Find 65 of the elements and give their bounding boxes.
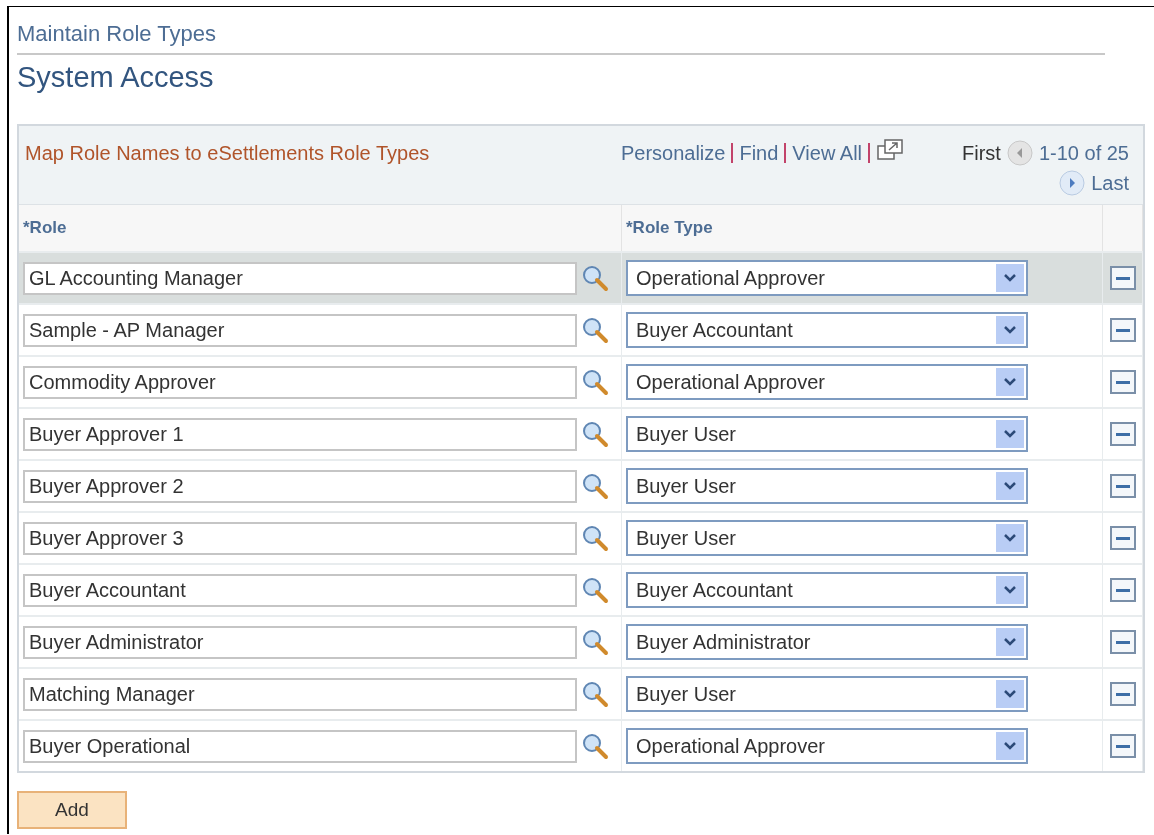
role-type-dropdown[interactable]: Buyer User xyxy=(626,676,1028,712)
role-type-dropdown[interactable]: Operational Approver xyxy=(626,728,1028,764)
role-field[interactable]: Buyer Approver 3 xyxy=(23,521,577,555)
chevron-down-icon[interactable] xyxy=(1003,585,1017,595)
column-header: *Role xyxy=(19,205,622,252)
delete-row-button[interactable] xyxy=(1109,422,1136,446)
role-type-dropdown[interactable]: Buyer Administrator xyxy=(626,624,1028,660)
delete-row-button[interactable] xyxy=(1109,578,1136,602)
role-field[interactable]: Matching Manager xyxy=(23,677,577,711)
chevron-down-icon[interactable] xyxy=(1003,637,1017,647)
row-range: 1-10 of 25 xyxy=(1038,141,1129,166)
search-icon[interactable] xyxy=(581,524,609,552)
search-icon[interactable] xyxy=(581,732,609,760)
new-window-icon[interactable] xyxy=(876,138,905,162)
chevron-down-icon[interactable] xyxy=(1003,533,1017,543)
role-field[interactable]: Buyer Administrator xyxy=(23,625,577,659)
delete-row-button[interactable] xyxy=(1109,266,1136,290)
search-icon[interactable] xyxy=(581,472,609,500)
delete-row-button[interactable] xyxy=(1109,318,1136,342)
delete-row-button[interactable] xyxy=(1109,526,1136,550)
chevron-down-icon[interactable] xyxy=(1003,429,1017,439)
grid-link[interactable]: View All xyxy=(792,138,863,168)
role-type-dropdown[interactable]: Buyer Accountant xyxy=(626,312,1028,348)
role-type-dropdown[interactable]: Buyer User xyxy=(626,468,1028,504)
role-field[interactable]: Buyer Operational xyxy=(23,729,577,763)
next-icon[interactable] xyxy=(1059,170,1086,196)
last-label: Last xyxy=(1091,171,1129,196)
delete-row-button[interactable] xyxy=(1109,682,1136,706)
search-icon[interactable] xyxy=(581,316,609,344)
search-icon[interactable] xyxy=(581,368,609,396)
add-button[interactable]: Add xyxy=(17,791,127,829)
chevron-down-icon[interactable] xyxy=(1003,377,1017,387)
role-field[interactable]: Sample - AP Manager xyxy=(23,313,577,347)
chevron-down-icon[interactable] xyxy=(1003,689,1017,699)
role-type-dropdown[interactable]: Operational Approver xyxy=(626,260,1028,296)
role-field[interactable]: Buyer Accountant xyxy=(23,573,577,607)
chevron-down-icon[interactable] xyxy=(1003,325,1017,335)
search-icon[interactable] xyxy=(581,420,609,448)
first-label: First xyxy=(962,141,1001,166)
previous-icon[interactable] xyxy=(1006,140,1033,166)
role-type-dropdown[interactable]: Buyer Accountant xyxy=(626,572,1028,608)
role-field[interactable]: Buyer Approver 1 xyxy=(23,417,577,451)
delete-row-button[interactable] xyxy=(1109,630,1136,654)
chevron-down-icon[interactable] xyxy=(1003,273,1017,283)
grid-link[interactable]: Personalize xyxy=(620,138,726,168)
chevron-down-icon[interactable] xyxy=(1003,481,1017,491)
search-icon[interactable] xyxy=(581,264,609,292)
grid-title: Map Role Names to eSettlements Role Types xyxy=(25,141,431,166)
delete-row-button[interactable] xyxy=(1109,474,1136,498)
search-icon[interactable] xyxy=(581,576,609,604)
column-header: *Role Type xyxy=(621,205,1103,252)
delete-row-button[interactable] xyxy=(1109,734,1136,758)
role-field[interactable]: GL Accounting Manager xyxy=(23,261,577,295)
breadcrumb: Maintain Role Types xyxy=(17,21,216,47)
role-field[interactable]: Buyer Approver 2 xyxy=(23,469,577,503)
page-title: System Access xyxy=(17,61,214,94)
role-type-dropdown[interactable]: Buyer User xyxy=(626,520,1028,556)
search-icon[interactable] xyxy=(581,628,609,656)
role-type-dropdown[interactable]: Buyer User xyxy=(626,416,1028,452)
search-icon[interactable] xyxy=(581,680,609,708)
role-field[interactable]: Commodity Approver xyxy=(23,365,577,399)
grid-link[interactable]: Find xyxy=(739,138,779,168)
chevron-down-icon[interactable] xyxy=(1003,741,1017,751)
delete-row-button[interactable] xyxy=(1109,370,1136,394)
role-type-dropdown[interactable]: Operational Approver xyxy=(626,364,1028,400)
